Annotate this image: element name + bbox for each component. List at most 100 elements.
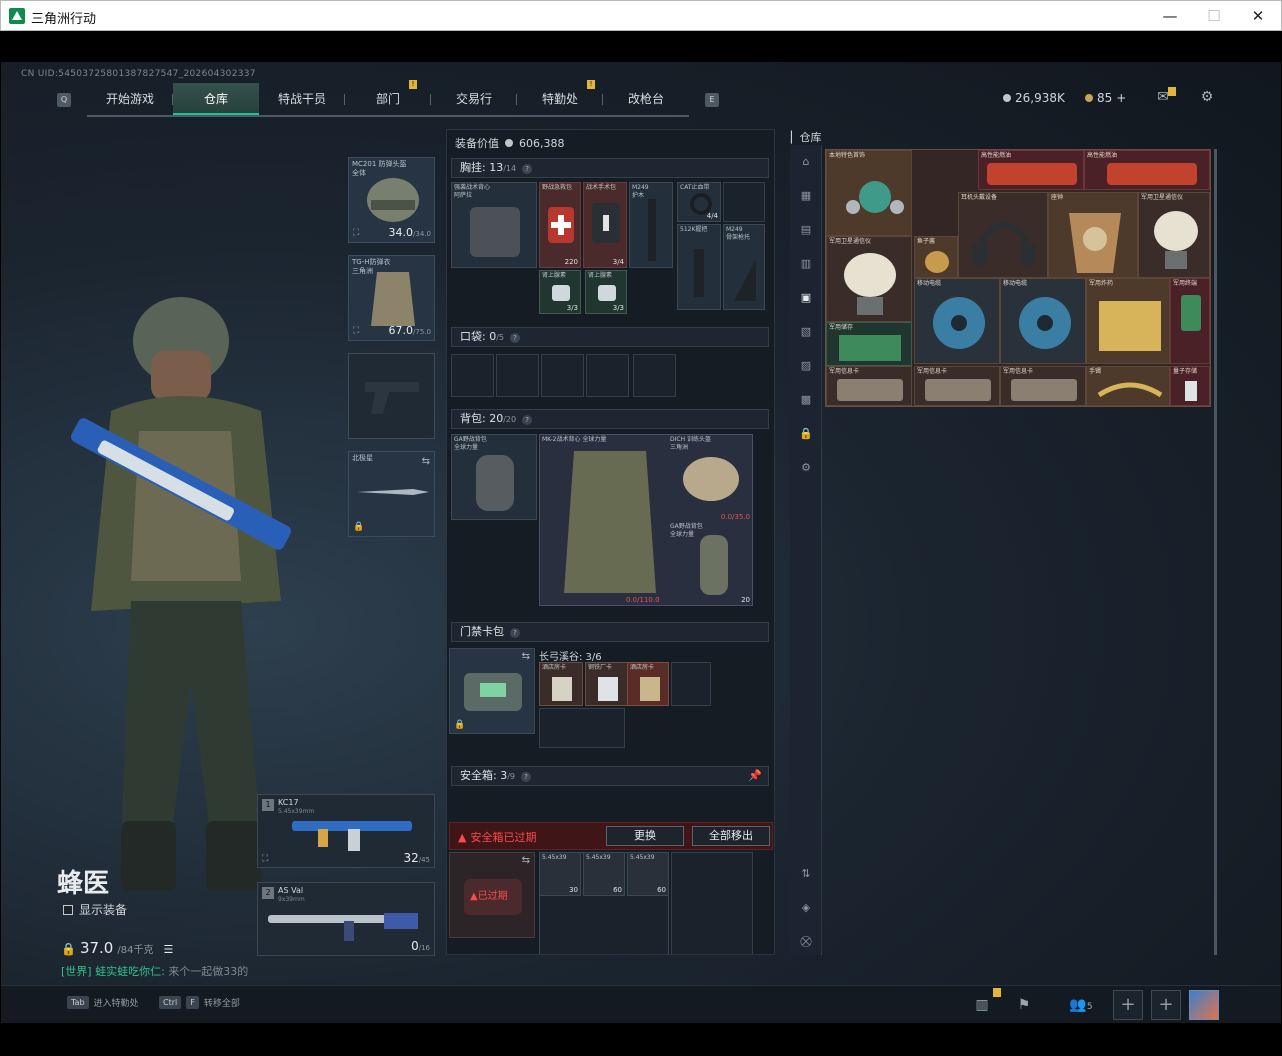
inventory-item[interactable]: 野战急救包 220 xyxy=(539,182,581,268)
swap-icon[interactable]: ⇆ xyxy=(522,651,530,662)
nav-next-key[interactable]: E xyxy=(705,93,719,107)
show-equipment-toggle[interactable]: 显示装备 xyxy=(63,901,127,918)
swap-icon[interactable]: ⇆ xyxy=(422,456,430,467)
pocket-slot[interactable] xyxy=(586,354,629,397)
stash-item[interactable]: 军用卫星通信仪 xyxy=(826,236,912,322)
settings-gear-icon[interactable]: ⚙ xyxy=(1198,89,1216,107)
pocket-slot[interactable] xyxy=(633,354,676,397)
pocket-slot[interactable] xyxy=(496,354,539,397)
tab-department[interactable]: 部门! xyxy=(345,80,431,115)
stash-item[interactable]: 高性能燃油 xyxy=(1084,150,1210,190)
stash-item[interactable]: 座钟 xyxy=(1048,192,1138,278)
stash-tab-icon[interactable]: ▧ xyxy=(798,325,814,339)
safebox-case[interactable]: ▲已过期 ⇆ xyxy=(449,852,535,938)
stash-item[interactable]: 手镯 xyxy=(1086,366,1170,406)
swap-icon[interactable]: ⇆ xyxy=(522,855,530,866)
invite-slot-button[interactable]: + xyxy=(1113,990,1143,1020)
change-safebox-button[interactable]: 更换 xyxy=(606,826,684,846)
settings-gear-icon[interactable]: ⚙ xyxy=(798,461,814,475)
hafcoin-balance[interactable]: 26,938K xyxy=(1003,91,1065,105)
stash-tab-home-icon[interactable]: ⌂ xyxy=(798,155,814,169)
chat-line[interactable]: [世界] 蛙实蛙吃你仁: 来个一起做33的 xyxy=(61,963,248,979)
stash-tab-icon[interactable]: ▩ xyxy=(798,393,814,407)
stash-item[interactable]: 本地特色首饰 xyxy=(826,150,912,236)
minimize-button[interactable]: — xyxy=(1155,5,1185,27)
stash-item[interactable]: 高性能燃油 xyxy=(978,150,1084,190)
cart-icon[interactable]: ⛒ xyxy=(798,935,814,949)
tab-warehouse[interactable]: 仓库 xyxy=(173,83,259,115)
helmet-slot[interactable]: MC201 防弹头盔 全体 ⛶ 34.0/34.0 xyxy=(348,157,435,243)
pocket-slot[interactable] xyxy=(451,354,494,397)
stash-item[interactable]: 军用储存 xyxy=(826,322,912,366)
stash-item[interactable]: 军用卫星通信仪 xyxy=(1138,192,1210,278)
empty-slot[interactable] xyxy=(723,182,765,222)
stash-item[interactable]: 鱼子酱 xyxy=(914,236,958,278)
empty-slot[interactable] xyxy=(671,662,711,706)
inventory-item[interactable]: 战术手术包 3/4 xyxy=(583,182,627,268)
primary-weapon-slot[interactable]: 1 KC17 5.45x39mm ⛶ 32/45 xyxy=(257,794,435,868)
lock-icon[interactable]: 🔒 xyxy=(798,427,814,441)
empty-slot[interactable] xyxy=(539,708,625,748)
safebox-item[interactable]: 5.45x39 30 xyxy=(539,852,581,896)
inventory-item[interactable]: M249 护木 xyxy=(629,182,673,268)
maximize-button[interactable]: ☐ xyxy=(1199,5,1229,27)
stash-tab-icon[interactable]: ▥ xyxy=(798,257,814,271)
party-icon[interactable]: 👥5 xyxy=(1061,994,1101,1016)
flag-icon[interactable]: ⚑ xyxy=(1013,994,1035,1016)
checkbox[interactable] xyxy=(63,904,73,915)
armor-slot[interactable]: TG-H防弹衣 三角洲 ⛶ 67.0/75.0 xyxy=(348,255,435,341)
stash-tab-active-icon[interactable]: ▣ xyxy=(798,291,814,305)
help-icon[interactable]: ? xyxy=(510,333,521,343)
inventory-item[interactable]: 512K握把 xyxy=(677,224,721,310)
inventory-item[interactable]: CAT止血带 4/4 xyxy=(677,182,721,222)
add-currency-icon[interactable]: + xyxy=(1116,91,1126,105)
layers-icon[interactable]: ◈ xyxy=(798,901,814,915)
stash-item[interactable]: 军用信息卡 xyxy=(826,366,912,406)
inventory-item[interactable]: 肾上腺素 3/3 xyxy=(539,270,581,314)
stats-icon[interactable]: ▥ xyxy=(971,994,993,1016)
chest-rig-item[interactable]: 强袭战术背心 阿萨拉 xyxy=(451,182,537,268)
tab-special-ops[interactable]: 特勤处! xyxy=(517,80,603,115)
stash-tab-icon[interactable]: ▨ xyxy=(798,359,814,373)
stash-item[interactable]: 军用终端 xyxy=(1170,278,1210,364)
pistol-slot[interactable] xyxy=(348,353,435,439)
melee-slot[interactable]: 北极星 ⇆ 🔒 xyxy=(348,451,435,537)
help-icon[interactable]: ? xyxy=(522,415,533,425)
stash-item[interactable]: 军用炸药 xyxy=(1086,278,1170,364)
inventory-item[interactable]: M249 骨架枪托 xyxy=(723,224,765,310)
move-all-button[interactable]: 全部移出 xyxy=(692,826,770,846)
stash-tab-icon[interactable]: ▦ xyxy=(798,189,814,203)
tab-start-game[interactable]: 开始游戏 xyxy=(87,83,173,115)
secondary-weapon-slot[interactable]: 2 AS Val 9x39mm 0/16 xyxy=(257,882,435,956)
stash-tab-icon[interactable]: ▤ xyxy=(798,223,814,237)
backpack-item[interactable]: GA野战背包 全球力量 xyxy=(451,434,537,520)
player-avatar[interactable] xyxy=(1189,990,1219,1020)
keycard-case[interactable]: ⇆ 🔒 xyxy=(449,648,535,734)
stash-scrollbar[interactable] xyxy=(1214,149,1217,955)
sort-icon[interactable]: ⇅ xyxy=(798,867,814,881)
stash-item[interactable]: 军用信息卡 xyxy=(914,366,1000,406)
hotkey-transfer-all[interactable]: Ctrl F 转移全部 xyxy=(159,996,240,1009)
weight-details-icon[interactable]: ☰ xyxy=(163,943,173,956)
stash-item[interactable]: 移动电缆 xyxy=(1000,278,1086,364)
help-icon[interactable]: ? xyxy=(522,164,533,174)
nav-prev-key[interactable]: Q xyxy=(57,93,71,107)
keycard-item[interactable]: 酒店房卡 xyxy=(539,662,583,706)
help-icon[interactable]: ? xyxy=(510,628,520,638)
pin-icon[interactable]: 📌 xyxy=(748,767,762,785)
inventory-item[interactable]: 肾上腺素 3/3 xyxy=(585,270,627,314)
stash-item[interactable]: 移动电缆 xyxy=(914,278,1000,364)
stash-item[interactable]: 军用信息卡 xyxy=(1000,366,1086,406)
premium-balance[interactable]: 85 + xyxy=(1085,91,1126,105)
pocket-slot[interactable] xyxy=(541,354,584,397)
stash-item[interactable]: 耳机头戴设备 xyxy=(958,192,1048,278)
safebox-item[interactable]: 5.45x39 60 xyxy=(627,852,669,896)
tab-gunsmith[interactable]: 改枪台 xyxy=(603,83,689,115)
help-icon[interactable]: ? xyxy=(521,772,532,782)
tab-trade[interactable]: 交易行 xyxy=(431,83,517,115)
stash-item[interactable]: 量子存储 xyxy=(1170,366,1210,406)
safebox-item[interactable]: 5.45x39 60 xyxy=(583,852,625,896)
keycard-item[interactable]: 钢铁厂卡 xyxy=(585,662,629,706)
close-button[interactable]: ✕ xyxy=(1243,5,1273,27)
invite-slot-button[interactable]: + xyxy=(1151,990,1181,1020)
